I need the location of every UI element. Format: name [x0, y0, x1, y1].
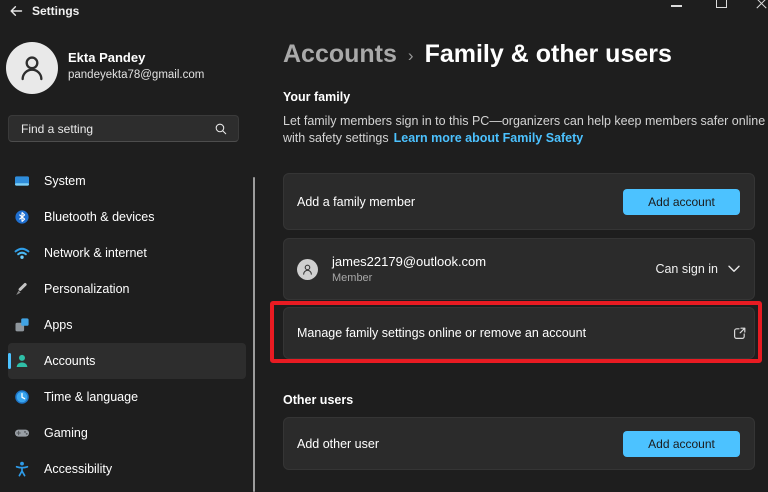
back-button[interactable]	[6, 1, 26, 21]
accounts-icon	[14, 353, 30, 369]
gaming-icon	[14, 425, 30, 441]
time-language-icon	[14, 389, 30, 405]
avatar	[6, 42, 58, 94]
sidebar-item-label: Apps	[44, 318, 73, 332]
sidebar-item-label: System	[44, 174, 86, 188]
sidebar-item-network[interactable]: Network & internet	[8, 235, 246, 271]
window-title: Settings	[32, 4, 79, 18]
chevron-right-icon: ›	[408, 46, 414, 66]
member-email: james22179@outlook.com	[332, 254, 486, 269]
sidebar-item-label: Time & language	[44, 390, 138, 404]
add-family-member-label: Add a family member	[297, 195, 415, 209]
profile-email: pandeyekta78@gmail.com	[68, 69, 204, 81]
member-status: Can sign in	[655, 262, 718, 276]
sidebar-item-label: Bluetooth & devices	[44, 210, 155, 224]
manage-family-settings-label: Manage family settings online or remove …	[297, 326, 586, 340]
breadcrumb: Accounts › Family & other users	[283, 40, 672, 69]
sidebar-item-accessibility[interactable]: Accessibility	[8, 451, 246, 487]
sidebar-item-label: Network & internet	[44, 246, 147, 260]
chevron-down-icon[interactable]	[728, 265, 740, 273]
search-input[interactable]: Find a setting	[8, 115, 239, 142]
sidebar-item-label: Accessibility	[44, 462, 112, 476]
breadcrumb-parent[interactable]: Accounts	[283, 40, 397, 69]
search-icon	[214, 122, 228, 136]
family-description-line1: Let family members sign in to this PC—or…	[283, 114, 765, 128]
bluetooth-icon	[14, 209, 30, 225]
member-role: Member	[332, 272, 486, 284]
sidebar-item-label: Personalization	[44, 282, 129, 296]
sidebar-item-accounts[interactable]: Accounts	[8, 343, 246, 379]
member-avatar	[297, 259, 318, 280]
add-account-button[interactable]: Add account	[623, 189, 740, 215]
sidebar-item-apps[interactable]: Apps	[8, 307, 246, 343]
sidebar-item-time-language[interactable]: Time & language	[8, 379, 246, 415]
sidebar-item-label: Accounts	[44, 354, 95, 368]
profile-name: Ekta Pandey	[68, 50, 145, 65]
family-member-row[interactable]: james22179@outlook.com Member Can sign i…	[283, 238, 755, 300]
network-icon	[14, 245, 30, 261]
add-account-button[interactable]: Add account	[623, 431, 740, 457]
system-icon	[14, 173, 30, 189]
sidebar-item-personalization[interactable]: Personalization	[8, 271, 246, 307]
sidebar-item-bluetooth[interactable]: Bluetooth & devices	[8, 199, 246, 235]
external-link-icon	[732, 326, 747, 341]
accessibility-icon	[14, 461, 30, 477]
sidebar-item-label: Gaming	[44, 426, 88, 440]
person-avatar-icon	[300, 262, 315, 277]
close-icon[interactable]	[755, 0, 767, 9]
family-description-line2: with safety settingsLearn more about Fam…	[283, 131, 583, 145]
learn-more-link[interactable]: Learn more about Family Safety	[394, 131, 584, 145]
search-placeholder: Find a setting	[21, 122, 214, 136]
add-other-user-row: Add other user Add account	[283, 417, 755, 470]
manage-family-settings-row[interactable]: Manage family settings online or remove …	[283, 307, 755, 359]
your-family-heading: Your family	[283, 90, 350, 104]
back-arrow-icon	[8, 3, 24, 19]
sidebar-item-system[interactable]: System	[8, 163, 246, 199]
page-title: Family & other users	[425, 40, 672, 69]
sidebar-item-gaming[interactable]: Gaming	[8, 415, 246, 451]
other-users-heading: Other users	[283, 393, 353, 407]
apps-icon	[14, 317, 30, 333]
maximize-icon[interactable]	[716, 0, 727, 8]
person-avatar-icon	[15, 51, 49, 85]
minimize-icon[interactable]	[671, 5, 682, 7]
sidebar-nav: System Bluetooth & devices Network & int…	[8, 163, 246, 487]
add-other-user-label: Add other user	[297, 437, 379, 451]
sidebar-scrollbar[interactable]	[253, 177, 255, 492]
personalization-icon	[14, 281, 30, 297]
add-family-member-row: Add a family member Add account	[283, 173, 755, 230]
